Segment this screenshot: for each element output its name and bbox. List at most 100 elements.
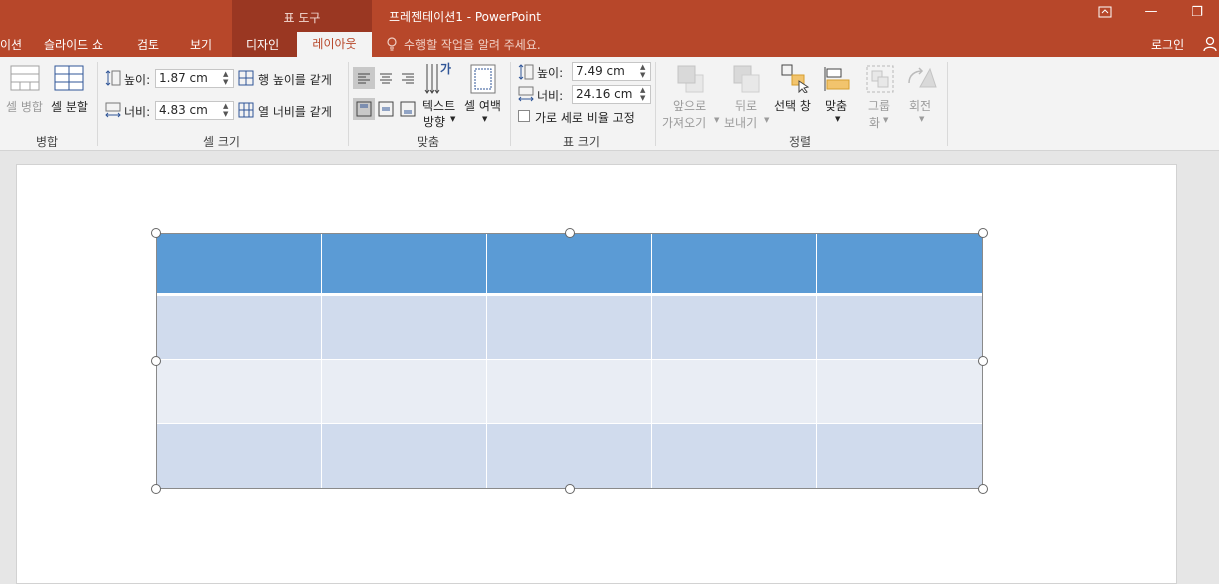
table-cell[interactable] bbox=[322, 360, 487, 423]
text-direction-button[interactable]: 텍스트 bbox=[422, 97, 455, 114]
login-link[interactable]: 로그인 bbox=[1151, 36, 1184, 53]
tab-design[interactable]: 디자인 bbox=[246, 36, 279, 53]
table-cell[interactable] bbox=[817, 296, 982, 359]
resize-handle-bottom-right[interactable] bbox=[978, 484, 988, 494]
table-cell[interactable] bbox=[652, 234, 817, 293]
text-direction-label-2: 방향 bbox=[423, 115, 446, 129]
minimize-button[interactable]: — bbox=[1141, 4, 1161, 19]
cell-margins-button[interactable]: 셀 여백 bbox=[464, 97, 501, 114]
table-height-label: 높이: bbox=[537, 66, 564, 80]
table[interactable] bbox=[156, 233, 983, 489]
group-objects-label-2: 화 bbox=[869, 116, 881, 130]
table-cell[interactable] bbox=[652, 424, 817, 488]
table-cell[interactable] bbox=[322, 296, 487, 359]
table-cell[interactable] bbox=[652, 296, 817, 359]
distribute-rows-button[interactable]: 행 높이를 같게 bbox=[258, 71, 332, 88]
title-bar bbox=[0, 0, 1219, 32]
resize-handle-top[interactable] bbox=[565, 228, 575, 238]
chevron-down-icon: ▼ bbox=[482, 115, 488, 123]
resize-handle-bottom-left[interactable] bbox=[151, 484, 161, 494]
bring-forward-button[interactable]: 앞으로 bbox=[673, 97, 706, 114]
spin-up-icon[interactable]: ▲ bbox=[640, 64, 648, 71]
table-cell[interactable] bbox=[652, 360, 817, 423]
table-cell[interactable] bbox=[157, 360, 322, 423]
spin-down-icon[interactable]: ▼ bbox=[640, 95, 648, 102]
resize-handle-left[interactable] bbox=[151, 356, 161, 366]
tell-me-input[interactable]: 수행할 작업을 알려 주세요. bbox=[404, 36, 541, 53]
tab-slideshow[interactable]: 슬라이드 쇼 bbox=[44, 36, 103, 53]
cell-width-value: 4.83 cm bbox=[159, 103, 208, 117]
table-cell[interactable] bbox=[322, 424, 487, 488]
table-row bbox=[157, 296, 982, 360]
table-cell[interactable] bbox=[817, 234, 982, 293]
align-right-icon[interactable] bbox=[397, 67, 419, 92]
send-backward-button[interactable]: 뒤로 bbox=[735, 97, 757, 114]
align-center-icon[interactable] bbox=[375, 67, 397, 92]
user-icon[interactable] bbox=[1203, 36, 1219, 55]
spin-down-icon[interactable]: ▼ bbox=[223, 111, 231, 118]
resize-handle-right[interactable] bbox=[978, 356, 988, 366]
table-cell[interactable] bbox=[817, 424, 982, 488]
ribbon-display-options-icon[interactable] bbox=[1095, 6, 1115, 22]
merge-group-label: 병합 bbox=[36, 135, 59, 149]
table-height-input[interactable]: 7.49 cm ▲ ▼ bbox=[572, 62, 651, 81]
table-cell[interactable] bbox=[487, 296, 652, 359]
selection-pane-button[interactable]: 선택 창 bbox=[774, 97, 811, 114]
ribbon: 셀 병합 셀 분할 병합 높이: 1.87 cm ▲ ▼ 너비: 4.83 cm… bbox=[0, 57, 1219, 151]
spin-up-icon[interactable]: ▲ bbox=[223, 103, 231, 110]
cell-height-input[interactable]: 1.87 cm ▲ ▼ bbox=[155, 69, 234, 88]
tab-animations[interactable]: 이션 bbox=[0, 36, 22, 53]
restore-icon: ❐ bbox=[1191, 5, 1203, 20]
table-cell[interactable] bbox=[157, 424, 322, 488]
table-height-icon bbox=[517, 63, 535, 84]
resize-handle-top-right[interactable] bbox=[978, 228, 988, 238]
align-objects-icon bbox=[823, 65, 851, 96]
chevron-down-icon: ▼ bbox=[714, 116, 720, 124]
table-width-icon bbox=[517, 85, 535, 106]
column-width-icon bbox=[104, 101, 122, 122]
chevron-down-icon: ▼ bbox=[764, 116, 770, 124]
spin-down-icon[interactable]: ▼ bbox=[640, 72, 648, 79]
tab-view[interactable]: 보기 bbox=[190, 36, 212, 53]
resize-handle-top-left[interactable] bbox=[151, 228, 161, 238]
lightbulb-icon bbox=[386, 37, 398, 54]
table-cell[interactable] bbox=[487, 424, 652, 488]
lock-aspect-checkbox[interactable] bbox=[518, 110, 530, 122]
table-width-input[interactable]: 24.16 cm ▲ ▼ bbox=[572, 85, 651, 104]
tab-review[interactable]: 검토 bbox=[137, 36, 159, 53]
rotate-icon bbox=[906, 65, 938, 94]
document-title: 프레젠테이션1 - PowerPoint bbox=[389, 10, 541, 24]
resize-handle-bottom[interactable] bbox=[565, 484, 575, 494]
table-cell[interactable] bbox=[157, 234, 322, 293]
align-middle-icon[interactable] bbox=[375, 98, 397, 123]
align-top-icon[interactable] bbox=[353, 98, 375, 120]
split-cells-button[interactable]: 셀 분할 bbox=[51, 98, 88, 115]
distribute-columns-button[interactable]: 열 너비를 같게 bbox=[258, 103, 332, 120]
spin-up-icon[interactable]: ▲ bbox=[223, 71, 231, 78]
distribute-rows-icon bbox=[238, 70, 254, 89]
table-tools-context-tab: 표 도구 bbox=[232, 0, 372, 32]
table-cell[interactable] bbox=[487, 234, 652, 293]
align-objects-button[interactable]: 맞춤 bbox=[825, 97, 847, 114]
rotate-button[interactable]: 회전 bbox=[909, 97, 931, 114]
table-cell[interactable] bbox=[157, 296, 322, 359]
send-backward-icon bbox=[733, 64, 761, 97]
merge-cells-button[interactable]: 셀 병합 bbox=[6, 98, 43, 115]
table-size-group-label: 표 크기 bbox=[563, 135, 600, 149]
minimize-icon: — bbox=[1144, 4, 1158, 19]
align-left-icon[interactable] bbox=[353, 67, 375, 89]
restore-button[interactable]: ❐ bbox=[1187, 5, 1207, 20]
spin-up-icon[interactable]: ▲ bbox=[640, 87, 648, 94]
table-row bbox=[157, 360, 982, 424]
cell-width-input[interactable]: 4.83 cm ▲ ▼ bbox=[155, 101, 234, 120]
cell-height-value: 1.87 cm bbox=[159, 71, 208, 85]
table-cell[interactable] bbox=[487, 360, 652, 423]
tab-layout[interactable]: 레이아웃 bbox=[297, 32, 372, 57]
group-objects-button[interactable]: 그룹 bbox=[868, 97, 890, 114]
table-cell[interactable] bbox=[322, 234, 487, 293]
align-bottom-icon[interactable] bbox=[397, 98, 419, 123]
table-cell[interactable] bbox=[817, 360, 982, 423]
spin-down-icon[interactable]: ▼ bbox=[223, 79, 231, 86]
arrange-group-label: 정렬 bbox=[789, 135, 812, 149]
lock-aspect-label[interactable]: 가로 세로 비율 고정 bbox=[535, 109, 635, 126]
